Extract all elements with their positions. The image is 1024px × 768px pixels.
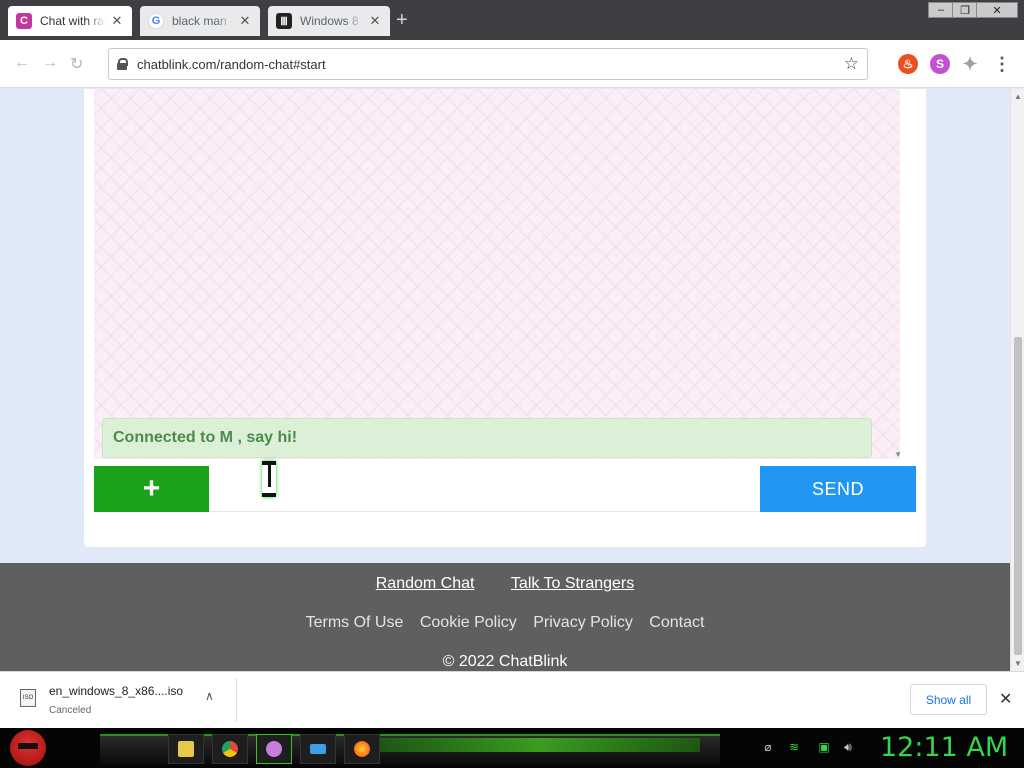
fire-extension-icon[interactable]: ♨ bbox=[898, 54, 918, 74]
file-explorer-icon[interactable] bbox=[168, 734, 204, 764]
message-input[interactable] bbox=[209, 466, 760, 512]
system-message: Connected to M , say hi! bbox=[102, 418, 872, 458]
footer-link-talk-to-strangers[interactable]: Talk To Strangers bbox=[511, 575, 634, 592]
footer-link-random-chat[interactable]: Random Chat bbox=[376, 575, 475, 592]
keyboard-glyph-icon bbox=[310, 744, 326, 754]
chrome-icon[interactable] bbox=[212, 734, 248, 764]
scroll-down-icon[interactable]: ▼ bbox=[1014, 659, 1022, 668]
firefox-logo-icon bbox=[354, 741, 370, 757]
taskbar-glow-decoration bbox=[380, 738, 700, 752]
page-viewport: Connected to M , say hi! ▼ + SEND Random… bbox=[0, 89, 1024, 671]
keyboard-icon[interactable] bbox=[300, 734, 336, 764]
text-cursor-icon bbox=[262, 461, 276, 497]
close-downloads-shelf-icon[interactable]: ✕ bbox=[999, 689, 1012, 709]
tab-close-icon[interactable]: ✕ bbox=[368, 13, 382, 29]
tab-chat-with-random[interactable]: C Chat with random strangers ✕ bbox=[8, 6, 132, 36]
send-button[interactable]: SEND bbox=[760, 466, 916, 512]
chat-scroll-down-icon[interactable]: ▼ bbox=[894, 450, 902, 459]
download-status: Canceled bbox=[49, 705, 92, 716]
footer-link-terms[interactable]: Terms Of Use bbox=[306, 614, 404, 631]
firefox-icon[interactable] bbox=[344, 734, 380, 764]
start-button-icon[interactable] bbox=[10, 730, 46, 766]
back-arrow-icon[interactable]: ← bbox=[14, 54, 30, 72]
page-scrollbar[interactable]: ▲ ▼ bbox=[1010, 89, 1024, 671]
restore-button[interactable]: ❐ bbox=[952, 2, 978, 18]
s-extension-icon[interactable]: S bbox=[930, 54, 950, 74]
message-composer: + SEND bbox=[94, 466, 916, 512]
footer-link-privacy-policy[interactable]: Privacy Policy bbox=[533, 614, 633, 631]
scroll-up-icon[interactable]: ▲ bbox=[1014, 92, 1022, 101]
folder-icon bbox=[178, 741, 194, 757]
puzzle-extension-icon[interactable]: ✦ bbox=[960, 54, 980, 74]
browser-menu-icon[interactable]: ⋮ bbox=[992, 54, 1012, 74]
tray-app-icon[interactable]: ⌀ bbox=[760, 740, 776, 756]
minimize-button[interactable]: – bbox=[928, 2, 954, 18]
tab-google-search[interactable]: G black man - Google Search ✕ bbox=[140, 6, 260, 36]
volume-icon[interactable]: 🔊︎ bbox=[840, 740, 856, 756]
forward-arrow-icon[interactable]: → bbox=[42, 54, 58, 72]
download-file-name[interactable]: en_windows_8_x86....iso bbox=[49, 684, 183, 698]
footer-secondary-links: Terms Of Use Cookie Policy Privacy Polic… bbox=[0, 614, 1010, 632]
chat-card: Connected to M , say hi! ▼ + SEND bbox=[84, 89, 926, 547]
downloads-shelf: ISO en_windows_8_x86....iso Canceled ∧ S… bbox=[0, 671, 1024, 728]
footer-link-cookie-policy[interactable]: Cookie Policy bbox=[420, 614, 517, 631]
scrollbar-thumb[interactable] bbox=[1014, 337, 1022, 655]
tab-close-icon[interactable]: ✕ bbox=[238, 13, 252, 29]
iso-file-icon: ISO bbox=[20, 689, 36, 707]
tab-title: Chat with random strangers bbox=[40, 14, 106, 28]
download-options-chevron-icon[interactable]: ∧ bbox=[205, 689, 214, 703]
archive-favicon-icon: Ⅲ bbox=[276, 13, 292, 29]
taskbar-clock[interactable]: 12:11 AM bbox=[880, 732, 1008, 763]
reload-icon[interactable]: ↻ bbox=[70, 54, 83, 74]
bookmark-star-icon[interactable]: ☆ bbox=[844, 54, 859, 74]
divider bbox=[236, 678, 237, 722]
chrome-logo-icon bbox=[222, 741, 238, 757]
footer-copyright: © 2022 ChatBlink bbox=[442, 653, 568, 670]
footer-link-contact[interactable]: Contact bbox=[649, 614, 704, 631]
app-purple-icon[interactable] bbox=[256, 734, 292, 764]
show-all-downloads-button[interactable]: Show all bbox=[910, 684, 987, 715]
address-url: chatblink.com/random-chat#start bbox=[137, 56, 326, 72]
address-bar[interactable]: chatblink.com/random-chat#start ☆ bbox=[108, 48, 868, 80]
tab-title: black man - Google Search bbox=[172, 14, 234, 28]
lock-icon bbox=[117, 58, 128, 70]
footer-primary-links: Random Chat Talk To Strangers bbox=[0, 575, 1010, 593]
purple-app-logo-icon bbox=[266, 741, 282, 757]
browser-toolbar: ← → ↻ chatblink.com/random-chat#start ☆ … bbox=[0, 40, 1024, 88]
chat-log[interactable]: Connected to M , say hi! ▼ bbox=[94, 89, 902, 459]
google-favicon-icon: G bbox=[148, 13, 164, 29]
chatblink-favicon-icon: C bbox=[16, 13, 32, 29]
add-attachment-button[interactable]: + bbox=[94, 466, 209, 512]
network-activity-icon[interactable]: ≋ bbox=[786, 740, 802, 756]
tab-close-icon[interactable]: ✕ bbox=[110, 13, 124, 29]
monitor-icon[interactable]: ▣ bbox=[816, 740, 832, 756]
tab-windows-8[interactable]: Ⅲ Windows 8 ✕ bbox=[268, 6, 390, 36]
tab-title: Windows 8 bbox=[300, 14, 359, 28]
browser-tab-strip: C Chat with random strangers ✕ G black m… bbox=[0, 0, 1024, 40]
close-window-button[interactable]: ✕ bbox=[976, 2, 1018, 18]
site-footer: Random Chat Talk To Strangers Terms Of U… bbox=[0, 563, 1010, 671]
windows-taskbar: ⌀ ≋ ▣ 🔊︎ 12:11 AM bbox=[0, 728, 1024, 768]
new-tab-button[interactable]: + bbox=[396, 8, 408, 32]
